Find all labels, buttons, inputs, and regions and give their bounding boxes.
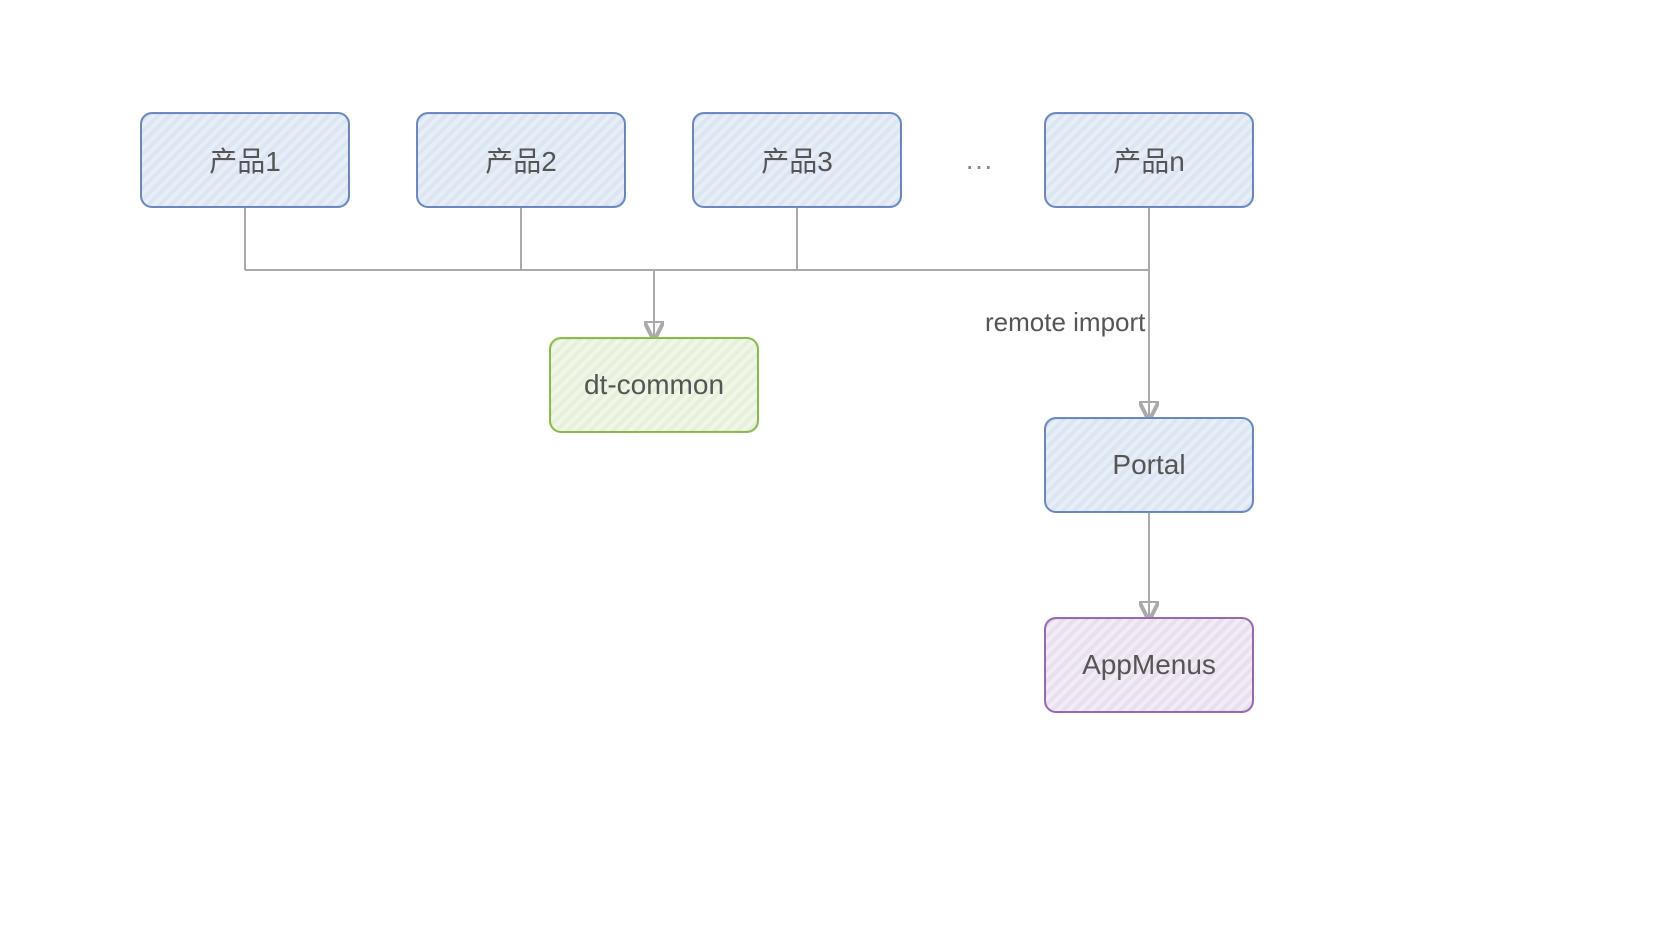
node-product2-label: 产品2 <box>485 140 557 180</box>
node-product1: 产品1 <box>140 112 350 208</box>
node-dtcommon: dt-common <box>549 337 759 433</box>
node-portal: Portal <box>1044 417 1254 513</box>
node-portal-label: Portal <box>1112 449 1185 481</box>
node-product3-label: 产品3 <box>761 140 833 180</box>
node-dtcommon-label: dt-common <box>584 369 724 401</box>
node-product3: 产品3 <box>692 112 902 208</box>
ellipsis-text: ··· <box>965 150 993 182</box>
edge-label-remote-import: remote import <box>985 307 1145 338</box>
node-appmenus: AppMenus <box>1044 617 1254 713</box>
node-product1-label: 产品1 <box>209 140 281 180</box>
node-productn: 产品n <box>1044 112 1254 208</box>
node-appmenus-label: AppMenus <box>1082 649 1216 681</box>
node-product2: 产品2 <box>416 112 626 208</box>
node-productn-label: 产品n <box>1113 140 1185 180</box>
